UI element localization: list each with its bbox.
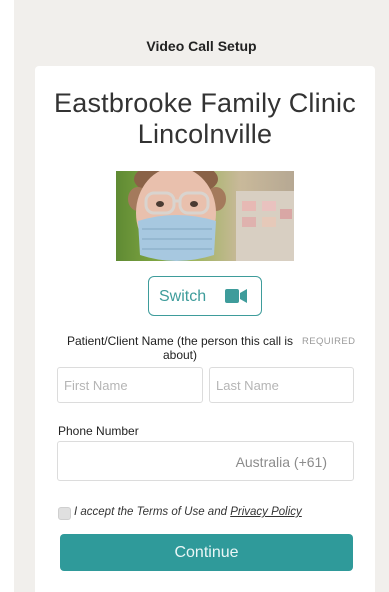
terms-prefix: I accept the Terms of Use and [74, 506, 227, 518]
phone-number-label: Phone Number [58, 424, 139, 438]
last-name-input[interactable] [209, 367, 354, 403]
privacy-policy-link[interactable]: Privacy Policy [230, 506, 302, 518]
phone-number-input[interactable]: Australia (+61) [57, 441, 354, 481]
clinic-location: Lincolnville [137, 119, 273, 149]
clinic-name: Eastbrooke Family Clinic [54, 88, 356, 118]
switch-camera-button[interactable]: Switch [148, 276, 262, 316]
camera-preview-image [116, 171, 294, 261]
required-badge: REQUIRED [302, 336, 356, 347]
continue-button[interactable]: Continue [60, 534, 353, 571]
clinic-title: Eastbrooke Family Clinic Lincolnville [35, 88, 375, 150]
video-camera-icon [225, 289, 247, 303]
camera-preview [116, 171, 294, 261]
patient-name-label: Patient/Client Name (the person this cal… [66, 334, 294, 362]
switch-camera-label: Switch [159, 288, 207, 305]
accept-terms-checkbox[interactable] [58, 507, 71, 520]
page-title: Video Call Setup [146, 38, 257, 54]
terms-text: I accept the Terms of Use and Privacy Po… [74, 506, 302, 518]
first-name-input[interactable] [57, 367, 203, 403]
country-code-select[interactable]: Australia (+61) [236, 454, 327, 470]
